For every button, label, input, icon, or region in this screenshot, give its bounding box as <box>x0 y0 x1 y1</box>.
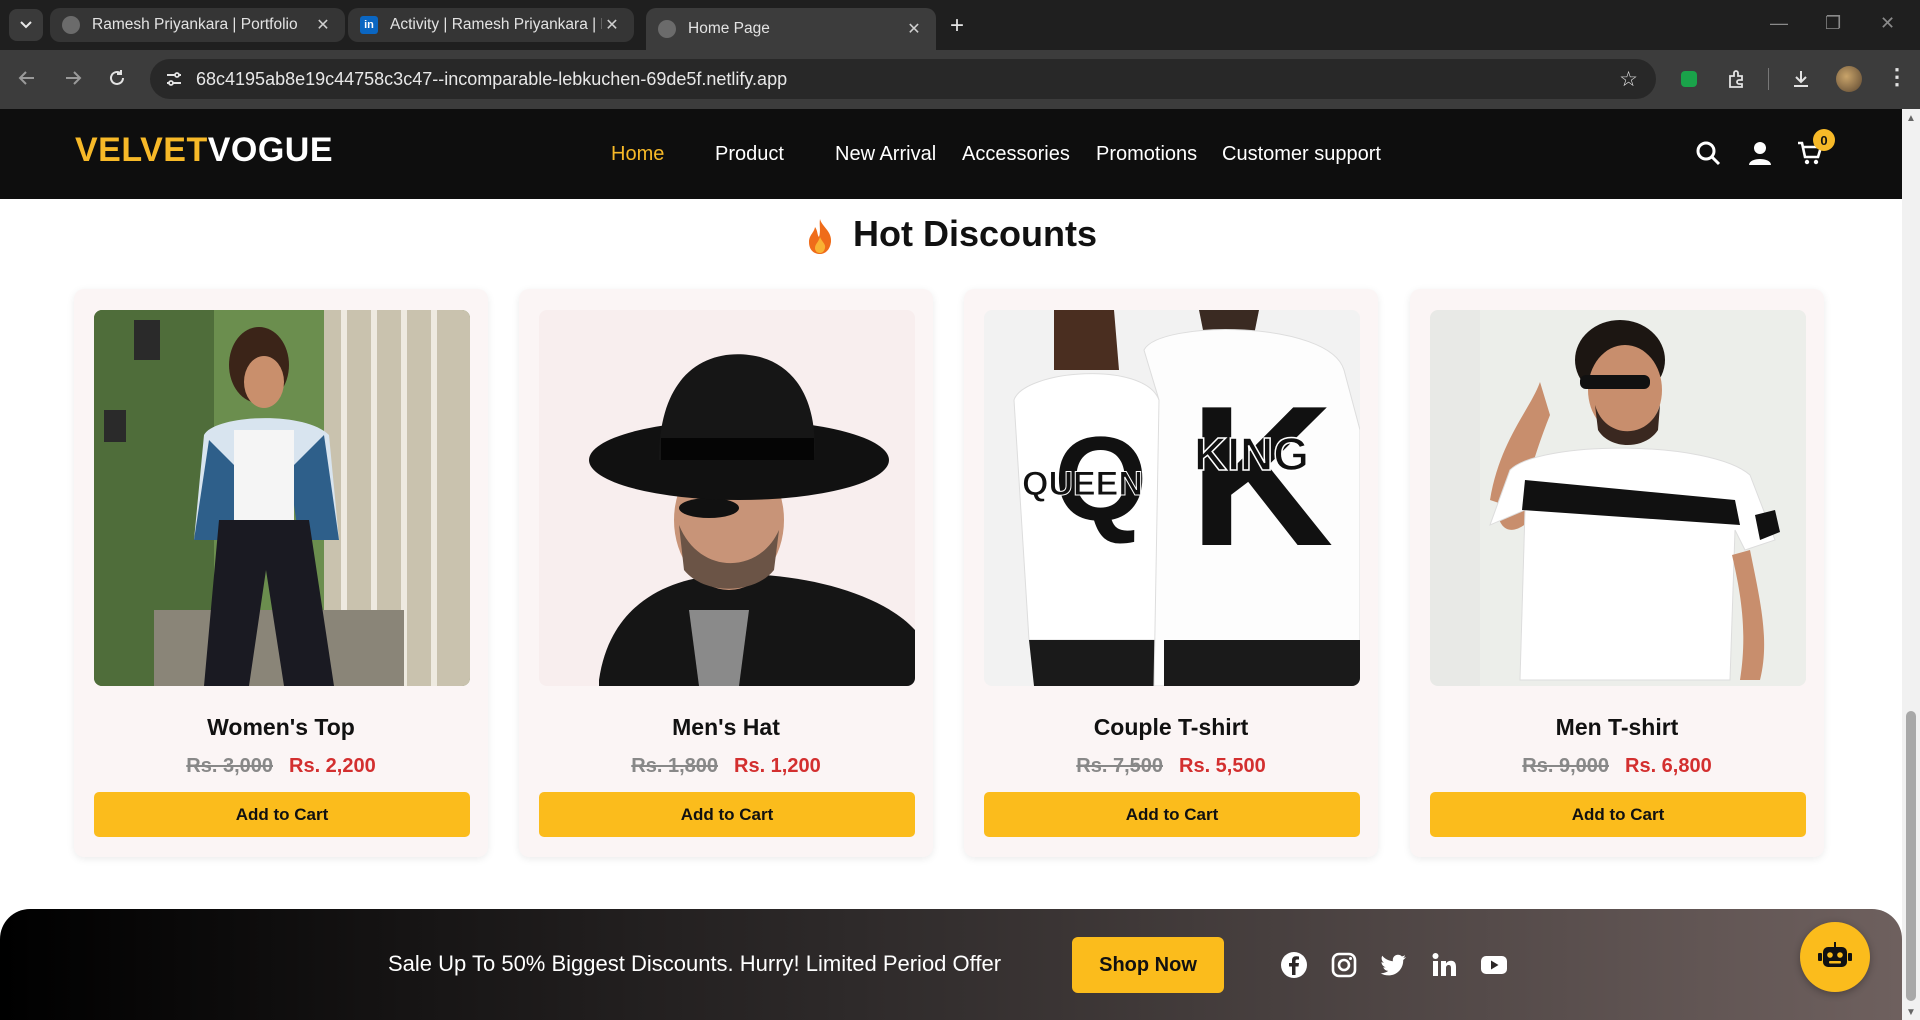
new-tab-button[interactable]: + <box>950 12 964 40</box>
product-prices: Rs. 9,000 Rs. 6,800 <box>1410 755 1824 778</box>
section-title: Hot Discounts <box>0 213 1902 255</box>
nav-product[interactable]: Product <box>715 143 784 166</box>
extension-green-icon[interactable] <box>1678 68 1700 90</box>
minimize-icon[interactable]: — <box>1770 13 1788 34</box>
nav-customer-support[interactable]: Customer support <box>1222 143 1381 166</box>
nav-new-arrival[interactable]: New Arrival <box>835 143 936 166</box>
twitter-icon[interactable] <box>1380 951 1408 979</box>
restore-icon[interactable]: ❐ <box>1825 13 1841 34</box>
product-card: Q KING QUEEN K KING Couple T-shirt Rs. 7… <box>964 289 1378 857</box>
promo-banner: Sale Up To 50% Biggest Discounts. Hurry!… <box>0 909 1902 1020</box>
nav-promotions[interactable]: Promotions <box>1096 143 1197 166</box>
url-text: 68c4195ab8e19c44758c3c47--incomparable-l… <box>196 69 788 89</box>
product-name: Men T-shirt <box>1555 714 1679 740</box>
browser-tab-home[interactable]: Home Page ✕ <box>646 8 936 50</box>
king-text: KING <box>1194 428 1309 480</box>
product-image[interactable] <box>1430 310 1806 686</box>
web-page: VELVETVOGUE Home Product New Arrival Acc… <box>0 109 1902 1020</box>
old-price: Rs. 9,000 <box>1522 755 1609 777</box>
scroll-down-arrow[interactable]: ▼ <box>1906 1007 1916 1018</box>
profile-avatar[interactable] <box>1836 66 1862 92</box>
browser-toolbar: 68c4195ab8e19c44758c3c47--incomparable-l… <box>0 50 1920 109</box>
product-prices: Rs. 1,800 Rs. 1,200 <box>519 755 933 778</box>
back-icon[interactable] <box>16 67 38 89</box>
address-bar[interactable]: 68c4195ab8e19c44758c3c47--incomparable-l… <box>150 59 1656 99</box>
product-name: Couple T-shirt <box>1093 714 1249 740</box>
linkedin-icon[interactable] <box>1430 951 1458 979</box>
browser-tab-linkedin[interactable]: in Activity | Ramesh Priyankara | Li ✕ <box>348 8 634 42</box>
site-header: VELVETVOGUE Home Product New Arrival Acc… <box>0 109 1902 199</box>
linkedin-icon: in <box>360 16 378 34</box>
cart-count-badge: 0 <box>1813 129 1835 151</box>
youtube-icon[interactable] <box>1480 951 1508 979</box>
facebook-icon[interactable] <box>1280 951 1308 979</box>
product-prices: Rs. 3,000 Rs. 2,200 <box>74 755 488 778</box>
product-image[interactable] <box>539 310 915 686</box>
more-menu-icon[interactable]: ⋮ <box>1886 64 1908 89</box>
browser-tabstrip: Ramesh Priyankara | Portfolio ✕ in Activ… <box>0 0 1920 50</box>
close-icon[interactable]: ✕ <box>602 15 622 35</box>
nav-home[interactable]: Home <box>611 143 664 166</box>
product-card: Women's Top Rs. 3,000 Rs. 2,200 Add to Ca… <box>74 289 488 857</box>
product-name: Men's Hat <box>672 714 780 740</box>
download-icon[interactable] <box>1790 68 1812 90</box>
search-icon[interactable] <box>1694 139 1722 167</box>
old-price: Rs. 3,000 <box>186 755 273 777</box>
globe-icon <box>658 20 676 38</box>
add-to-cart-button[interactable]: Add to Cart <box>1430 792 1806 837</box>
scrollbar-thumb[interactable] <box>1906 711 1916 1001</box>
new-price: Rs. 6,800 <box>1625 755 1712 777</box>
product-name: Women's Top <box>207 714 355 740</box>
extensions-puzzle-icon[interactable] <box>1726 68 1748 90</box>
add-to-cart-button[interactable]: Add to Cart <box>984 792 1360 837</box>
new-price: Rs. 2,200 <box>289 755 376 777</box>
chevron-down-icon <box>20 21 32 29</box>
close-icon[interactable]: ✕ <box>313 15 333 35</box>
queen-text: QUEEN <box>1022 465 1143 503</box>
user-icon[interactable] <box>1746 139 1774 167</box>
bookmark-star-icon[interactable]: ☆ <box>1619 67 1638 92</box>
product-card: Men T-shirt Rs. 9,000 Rs. 6,800 Add to Ca… <box>1410 289 1824 857</box>
site-logo[interactable]: VELVETVOGUE <box>75 131 333 170</box>
browser-tab-portfolio[interactable]: Ramesh Priyankara | Portfolio ✕ <box>50 8 345 42</box>
product-prices: Rs. 7,500 Rs. 5,500 <box>964 755 1378 778</box>
tab-search-button[interactable] <box>9 9 43 41</box>
chatbot-button[interactable] <box>1800 922 1870 992</box>
forward-icon[interactable] <box>62 67 84 89</box>
old-price: Rs. 7,500 <box>1076 755 1163 777</box>
old-price: Rs. 1,800 <box>631 755 718 777</box>
product-card: Men's Hat Rs. 1,800 Rs. 1,200 Add to Cart <box>519 289 933 857</box>
new-price: Rs. 5,500 <box>1179 755 1266 777</box>
globe-icon <box>62 16 80 34</box>
robot-icon <box>1818 942 1852 967</box>
reload-icon[interactable] <box>106 67 128 89</box>
instagram-icon[interactable] <box>1330 951 1358 979</box>
shop-now-button[interactable]: Shop Now <box>1072 937 1224 993</box>
scroll-up-arrow[interactable]: ▲ <box>1906 113 1916 124</box>
close-icon[interactable]: ✕ <box>904 19 924 39</box>
fire-icon <box>808 219 832 255</box>
nav-accessories[interactable]: Accessories <box>962 143 1070 166</box>
product-image[interactable]: Q KING QUEEN K KING <box>984 310 1360 686</box>
toolbar-divider <box>1768 68 1769 90</box>
new-price: Rs. 1,200 <box>734 755 821 777</box>
product-image[interactable] <box>94 310 470 686</box>
site-info-icon[interactable] <box>164 69 184 89</box>
add-to-cart-button[interactable]: Add to Cart <box>539 792 915 837</box>
window-close-icon[interactable]: ✕ <box>1880 13 1895 34</box>
page-scrollbar[interactable]: ▲ ▼ <box>1902 109 1920 1020</box>
add-to-cart-button[interactable]: Add to Cart <box>94 792 470 837</box>
promo-text: Sale Up To 50% Biggest Discounts. Hurry!… <box>388 951 1002 976</box>
